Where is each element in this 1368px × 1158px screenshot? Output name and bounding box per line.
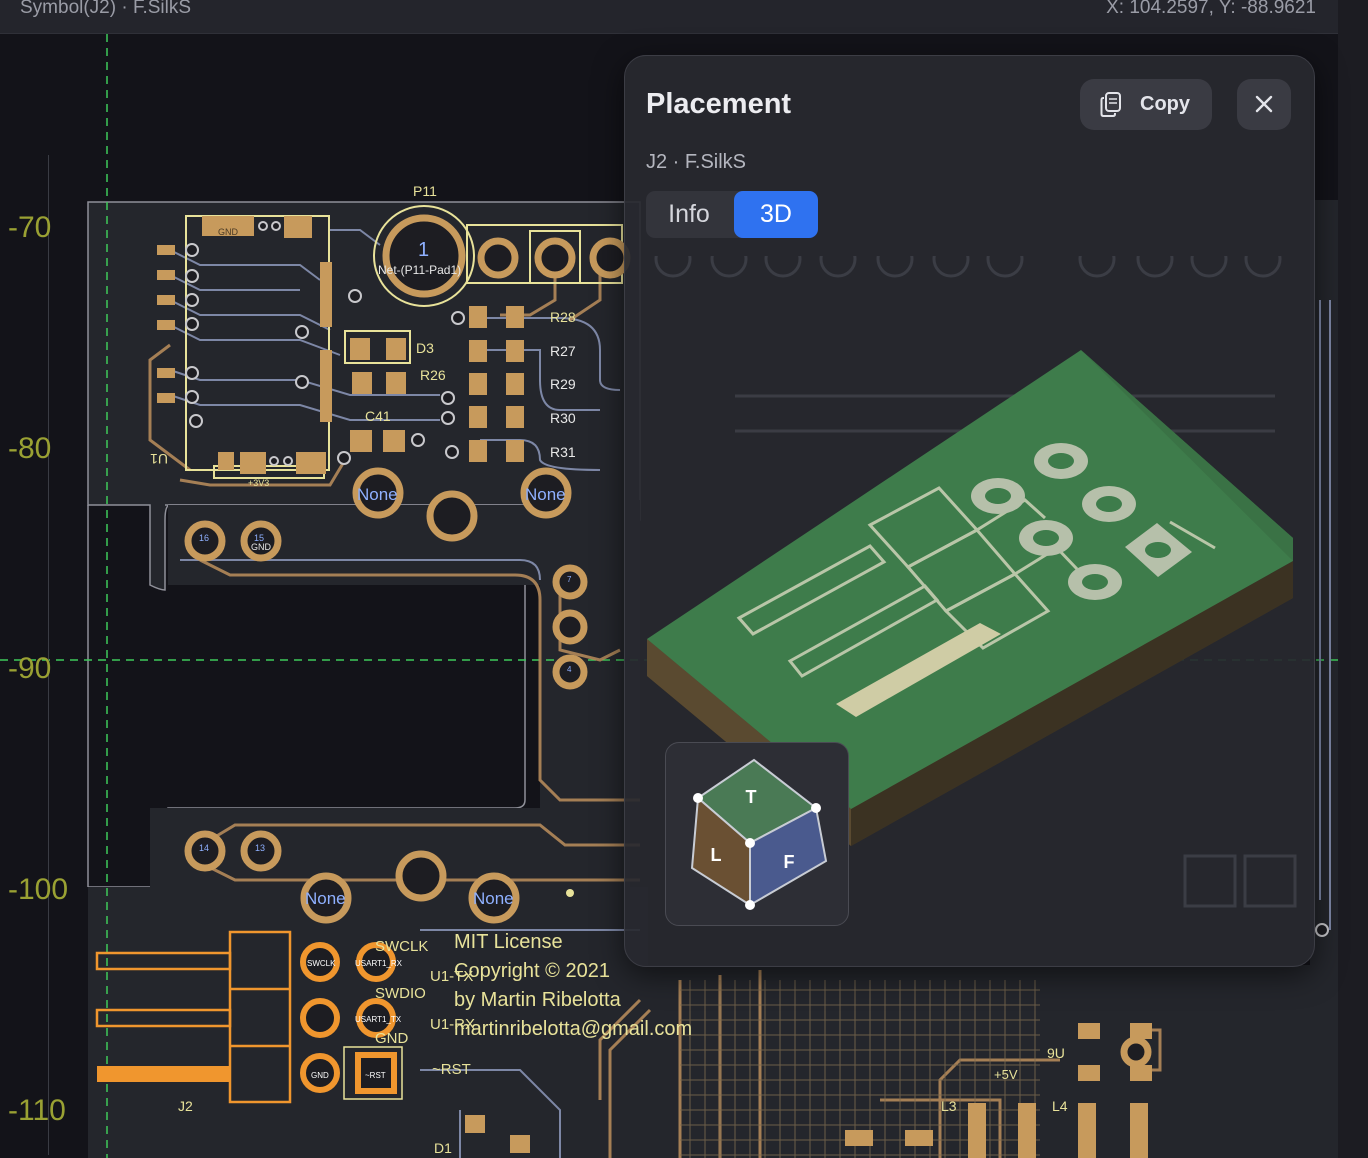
svg-text:C41: C41	[365, 408, 391, 424]
close-button[interactable]	[1237, 79, 1291, 130]
svg-text:R28: R28	[550, 309, 576, 325]
svg-text:None: None	[305, 889, 346, 908]
svg-text:J2: J2	[178, 1098, 193, 1114]
panel-subtitle: J2 · F.SilkS	[646, 151, 747, 173]
svg-text:SWCLK: SWCLK	[375, 938, 428, 955]
scrollbar[interactable]	[1338, 0, 1368, 1158]
svg-text:R29: R29	[550, 376, 576, 392]
fiducial	[566, 889, 574, 897]
copy-button[interactable]: Copy	[1080, 79, 1212, 130]
svg-text:GND: GND	[251, 542, 272, 552]
svg-text:R27: R27	[550, 343, 576, 359]
svg-text:Copyright © 2021: Copyright © 2021	[454, 960, 610, 982]
svg-text:USART1_TX: USART1_TX	[355, 1015, 402, 1024]
svg-text:Net-(P11-Pad1): Net-(P11-Pad1)	[378, 263, 461, 277]
svg-text:9U: 9U	[1047, 1045, 1065, 1061]
svg-text:SWCLK: SWCLK	[307, 959, 336, 968]
svg-text:GND: GND	[218, 227, 239, 237]
cube-face-front: F	[784, 852, 795, 872]
svg-text:L4: L4	[1052, 1098, 1068, 1114]
svg-text:R26: R26	[420, 367, 446, 383]
svg-text:D1: D1	[434, 1140, 452, 1156]
svg-text:None: None	[473, 889, 514, 908]
svg-text:None: None	[357, 485, 398, 504]
svg-text:7: 7	[567, 575, 572, 584]
view-cube-icon: T L F	[690, 758, 828, 910]
axis-label-y: -110	[8, 1094, 66, 1127]
svg-text:13: 13	[255, 843, 265, 853]
svg-text:P11: P11	[413, 183, 437, 199]
svg-text:~RST: ~RST	[365, 1071, 386, 1080]
cursor-coordinates: X: 104.2597, Y: -88.9621	[1106, 0, 1316, 18]
svg-text:SWDIO: SWDIO	[375, 985, 426, 1002]
axis-label-y: -90	[8, 652, 52, 685]
svg-text:R30: R30	[550, 410, 576, 426]
svg-text:+5V: +5V	[994, 1067, 1018, 1082]
svg-text:martinribelotta@gmail.com: martinribelotta@gmail.com	[454, 1018, 692, 1040]
tab-3d[interactable]: 3D	[734, 191, 818, 238]
axis-label-y: -70	[8, 211, 52, 244]
svg-text:MIT License: MIT License	[454, 931, 563, 953]
svg-text:14: 14	[199, 843, 209, 853]
axis-label-y: -80	[8, 432, 52, 465]
svg-text:GND: GND	[311, 1071, 329, 1080]
placement-panel: Placement J2 · F.SilkS Copy Info 3D T L …	[624, 55, 1315, 967]
cube-face-top: T	[746, 787, 757, 807]
svg-text:4: 4	[567, 665, 572, 674]
svg-text:R31: R31	[550, 444, 576, 460]
copy-label: Copy	[1140, 93, 1190, 115]
status-symbol: Symbol(J2) · F.SilkS	[20, 0, 192, 18]
svg-text:GND: GND	[375, 1030, 409, 1047]
close-icon	[1255, 95, 1273, 113]
svg-text:by Martin Ribelotta: by Martin Ribelotta	[454, 989, 622, 1011]
svg-text:16: 16	[199, 533, 209, 543]
svg-text:L3: L3	[941, 1098, 957, 1114]
copy-icon	[1100, 92, 1121, 117]
navigation-cube[interactable]: T L F	[665, 742, 849, 926]
svg-text:1: 1	[418, 239, 429, 261]
svg-text:~RST: ~RST	[432, 1061, 471, 1078]
axis-label-y: -100	[8, 873, 69, 906]
svg-text:+3V3: +3V3	[248, 478, 269, 488]
svg-text:U1: U1	[150, 451, 168, 467]
panel-title: Placement	[646, 88, 792, 120]
status-bar: Symbol(J2) · F.SilkS X: 104.2597, Y: -88…	[0, 0, 1338, 34]
svg-text:None: None	[525, 485, 566, 504]
svg-text:D3: D3	[416, 340, 434, 356]
view-tabs: Info 3D	[646, 191, 818, 238]
cube-face-left: L	[711, 845, 722, 865]
svg-text:USART1_RX: USART1_RX	[355, 959, 403, 968]
tab-info[interactable]: Info	[646, 191, 732, 238]
